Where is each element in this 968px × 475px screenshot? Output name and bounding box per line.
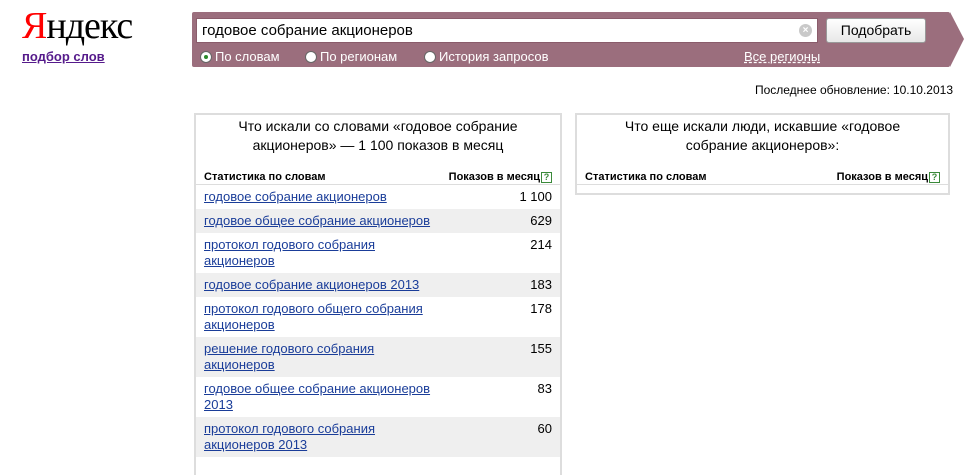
- radio-by-regions[interactable]: По регионам: [305, 49, 397, 64]
- radio-dot[interactable]: [305, 50, 317, 63]
- table-row: протокол годового собрания акционеров 214: [196, 233, 560, 273]
- table-row: годовое собрание акционеров 1 100: [196, 185, 560, 209]
- search-bar: годовое собрание акционеров × Подобрать …: [192, 12, 964, 67]
- table-row: годовое общее собрание акционеров 2013 83: [196, 377, 560, 417]
- table-row: протокол годового общего собрания акцион…: [196, 297, 560, 337]
- phrase-link[interactable]: протокол годового собрания акционеров: [204, 237, 444, 269]
- impressions-count: 178: [530, 301, 552, 316]
- clear-icon[interactable]: ×: [799, 24, 812, 37]
- phrase-link[interactable]: решение годового собрания акционеров: [204, 341, 444, 373]
- col-header-count: Показов в месяц?: [837, 169, 940, 184]
- radio-query-history[interactable]: История запросов: [424, 49, 549, 64]
- radio-dot-selected[interactable]: [200, 50, 212, 63]
- table-header: Статистика по словам Показов в месяц?: [577, 169, 948, 185]
- col-header-phrase: Статистика по словам: [204, 171, 326, 183]
- radio-by-words[interactable]: По словам: [200, 49, 280, 64]
- radio-label: История запросов: [439, 49, 549, 64]
- col-header-phrase: Статистика по словам: [585, 171, 707, 183]
- help-icon[interactable]: ?: [541, 171, 552, 183]
- related-words-panel: Что искали со словами «годовое собрание …: [194, 113, 562, 475]
- search-input[interactable]: годовое собрание акционеров: [196, 18, 818, 43]
- radio-dot[interactable]: [424, 50, 436, 63]
- logo-rest: ндекс: [46, 5, 133, 47]
- logo-wordmark[interactable]: Яндекс: [22, 5, 133, 47]
- col-header-count: Показов в месяц?: [449, 169, 552, 184]
- phrase-link[interactable]: годовое собрание акционеров 2013: [204, 277, 444, 293]
- impressions-count: 1 100: [519, 189, 552, 204]
- phrase-link[interactable]: годовое общее собрание акционеров 2013: [204, 381, 444, 413]
- table-row: годовое общее собрание акционеров 629: [196, 209, 560, 233]
- last-update: Последнее обновление: 10.10.2013: [752, 83, 953, 97]
- impressions-count: 60: [537, 421, 552, 436]
- last-update-date: 10.10.2013: [892, 83, 953, 97]
- table-row: протокол годового собрания акционеров 20…: [196, 417, 560, 457]
- phrase-link[interactable]: годовое собрание акционеров: [204, 189, 444, 205]
- yandex-logo[interactable]: Яндекс подбор слов: [22, 5, 133, 64]
- submit-button[interactable]: Подобрать: [826, 18, 926, 43]
- table-row: годовое собрание акционеров 2013 183: [196, 273, 560, 297]
- phrase-link[interactable]: годовое общее собрание акционеров: [204, 213, 444, 229]
- col-header-count-label: Показов в месяц: [448, 171, 540, 183]
- col-header-count-label: Показов в месяц: [836, 171, 928, 183]
- impressions-count: 214: [530, 237, 552, 252]
- impressions-count: 183: [530, 277, 552, 292]
- results-list: годовое собрание акционеров 1 100 годовое …: [196, 185, 560, 457]
- all-regions-link[interactable]: Все регионы: [744, 49, 820, 64]
- radio-label: По словам: [215, 49, 280, 64]
- radio-label: По регионам: [320, 49, 398, 64]
- help-icon[interactable]: ?: [929, 171, 940, 183]
- last-update-label: Последнее обновление:: [754, 83, 890, 97]
- impressions-count: 629: [530, 213, 552, 228]
- table-row: решение годового собрания акционеров 155: [196, 337, 560, 377]
- phrase-link[interactable]: протокол годового общего собрания акцион…: [204, 301, 444, 333]
- panel-title: Что искали со словами «годовое собрание …: [238, 118, 518, 153]
- panel-title: Что еще искали люди, искавшие «годовое с…: [624, 118, 901, 153]
- logo-first-letter: Я: [22, 5, 47, 47]
- impressions-count: 155: [530, 341, 552, 356]
- also-searched-panel: Что еще искали люди, искавшие «годовое с…: [575, 113, 950, 195]
- impressions-count: 83: [537, 381, 552, 396]
- table-header: Статистика по словам Показов в месяц?: [196, 169, 560, 185]
- logo-subtitle-link[interactable]: подбор слов: [22, 49, 122, 64]
- phrase-link[interactable]: протокол годового собрания акционеров 20…: [204, 421, 444, 453]
